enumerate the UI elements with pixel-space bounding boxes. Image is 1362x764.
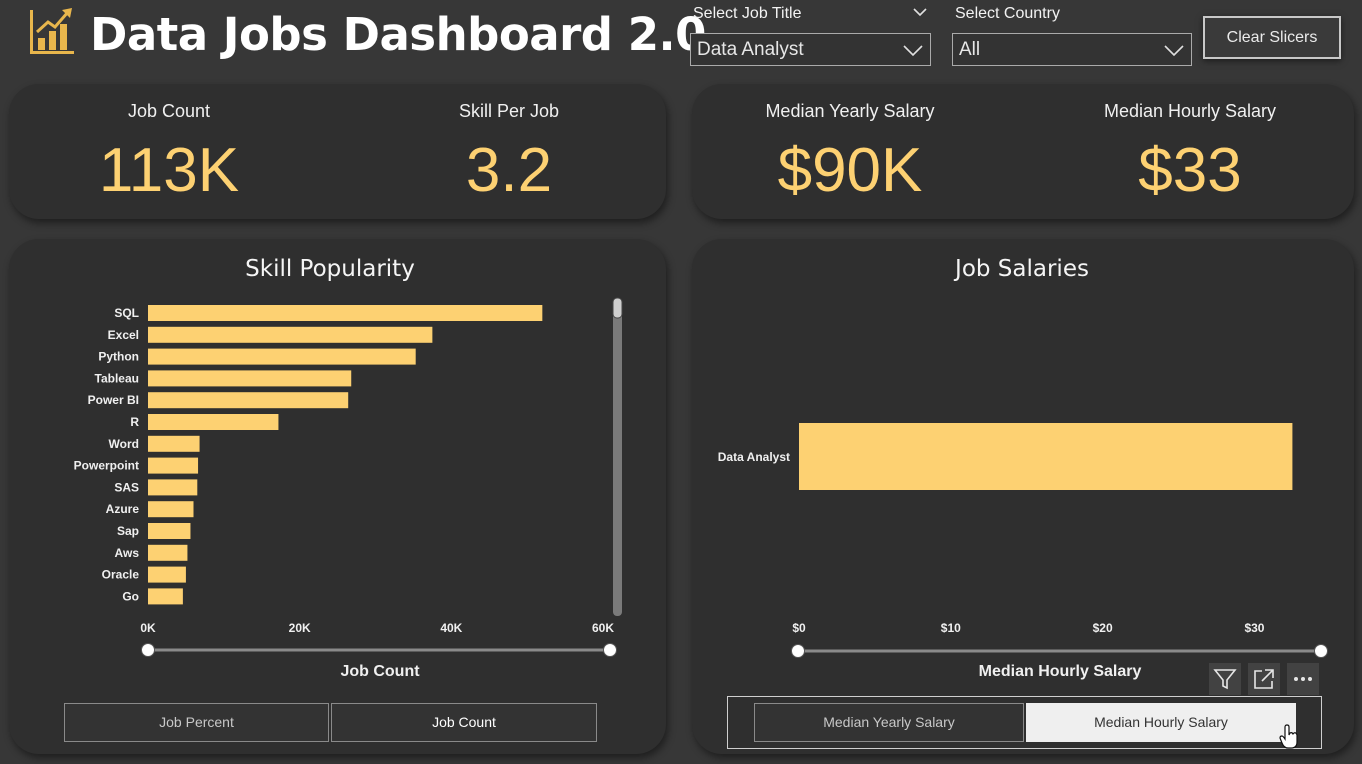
focus-mode-button[interactable]	[1248, 663, 1280, 695]
median-yearly-salary-label: Median Yearly Salary	[765, 101, 935, 121]
hand-cursor-icon	[1279, 724, 1298, 749]
x-tick-label: 20K	[289, 621, 311, 635]
skill-label: Tableau	[95, 371, 139, 385]
page-title: Data Jobs Dashboard 2.0	[90, 8, 706, 61]
skill-per-job-value: 3.2	[465, 136, 553, 205]
x-tick-label: $20	[1093, 621, 1113, 635]
skill-scrollbar[interactable]	[613, 298, 622, 616]
skill-label: SQL	[114, 306, 139, 320]
skill-bar[interactable]	[148, 392, 349, 409]
skill-range-slider-start-handle[interactable]	[141, 643, 155, 657]
skill-bar[interactable]	[148, 326, 433, 343]
bar-chart-growth-icon	[30, 8, 74, 54]
filter-button[interactable]	[1209, 663, 1241, 695]
skill-label: Power BI	[88, 393, 139, 407]
skill-bar[interactable]	[148, 588, 183, 605]
median-hourly-salary-value: $33	[1138, 136, 1242, 205]
salary-chart-x-axis-title: Median Hourly Salary	[978, 663, 1142, 680]
skill-label: Sap	[117, 524, 139, 538]
skill-scrollbar-thumb[interactable]	[612, 297, 623, 319]
country-dropdown-value: All	[959, 39, 981, 60]
filter-icon	[1213, 669, 1237, 690]
skill-bar[interactable]	[148, 348, 416, 365]
skill-label: Excel	[108, 328, 139, 342]
job-salaries-chart: Data Analyst $0 $10 $20 $30	[718, 423, 1328, 658]
x-tick-label: 60K	[592, 621, 614, 635]
country-slicer-label: Select Country	[955, 5, 1060, 22]
salary-range-slider-end-handle[interactable]	[1314, 644, 1328, 658]
skill-label: Powerpoint	[74, 459, 139, 473]
chevron-down-icon	[903, 45, 923, 57]
job-title-label: Data Analyst	[718, 450, 790, 464]
skill-label: SAS	[114, 480, 139, 494]
skill-label: R	[130, 415, 139, 429]
skill-label: Go	[122, 589, 139, 603]
skill-bar[interactable]	[148, 305, 543, 321]
more-options-icon	[1294, 677, 1312, 681]
chevron-down-icon[interactable]	[912, 6, 928, 18]
skill-label: Azure	[106, 502, 140, 516]
skill-label: Python	[98, 350, 139, 364]
job-count-toggle-button[interactable]: Job Count	[331, 703, 597, 742]
skill-per-job-label: Skill Per Job	[458, 101, 560, 121]
skill-bar[interactable]	[148, 479, 198, 496]
clear-slicers-button[interactable]: Clear Slicers	[1203, 16, 1341, 59]
skill-range-slider-end-handle[interactable]	[603, 643, 617, 657]
kpi-card-jobs: Job Count 113K Skill Per Job 3.2	[9, 84, 666, 219]
skill-label: Oracle	[102, 568, 140, 582]
skill-bar[interactable]	[148, 544, 188, 561]
skill-bar[interactable]	[148, 414, 279, 430]
skill-popularity-chart: SQL Excel Python Tableau Power BI R Word Powerp…	[74, 297, 623, 657]
x-tick-label: $10	[941, 621, 961, 635]
job-percent-toggle-button[interactable]: Job Percent	[64, 703, 329, 742]
skill-bar[interactable]	[148, 501, 194, 518]
skill-popularity-title: Skill Popularity	[245, 256, 415, 282]
country-dropdown[interactable]: All	[952, 33, 1192, 66]
median-hourly-salary-label: Median Hourly Salary	[1103, 101, 1277, 121]
job-title-dropdown-value: Data Analyst	[697, 39, 804, 60]
salary-bar[interactable]	[799, 423, 1293, 490]
skill-bar[interactable]	[148, 523, 191, 539]
skill-bar[interactable]	[148, 457, 199, 474]
job-count-value: 113K	[98, 136, 240, 205]
x-tick-label: 40K	[440, 621, 462, 635]
skill-label: Aws	[115, 546, 140, 560]
median-yearly-salary-value: $90K	[777, 136, 923, 205]
skill-chart-x-axis-title: Job Count	[340, 663, 420, 680]
x-tick-label: 0K	[140, 621, 156, 635]
x-tick-label: $0	[792, 621, 806, 635]
skill-bar[interactable]	[148, 435, 200, 452]
skill-label: Word	[109, 437, 139, 451]
skill-bar[interactable]	[148, 566, 186, 583]
focus-mode-icon	[1254, 669, 1274, 689]
job-title-slicer-label: Select Job Title	[693, 5, 802, 22]
kpi-card-salary: Median Yearly Salary $90K Median Hourly …	[692, 84, 1354, 219]
salary-range-slider-start-handle[interactable]	[791, 644, 805, 658]
skill-bar[interactable]	[148, 370, 352, 387]
median-yearly-salary-toggle-button[interactable]: Median Yearly Salary	[754, 703, 1024, 742]
x-tick-label: $30	[1244, 621, 1264, 635]
job-salaries-title: Job Salaries	[955, 256, 1089, 282]
median-hourly-salary-toggle-button[interactable]: Median Hourly Salary	[1026, 703, 1296, 742]
chevron-down-icon	[1164, 45, 1184, 57]
job-title-dropdown[interactable]: Data Analyst	[690, 33, 931, 66]
more-options-button[interactable]	[1287, 663, 1319, 695]
job-count-label: Job Count	[127, 101, 211, 121]
